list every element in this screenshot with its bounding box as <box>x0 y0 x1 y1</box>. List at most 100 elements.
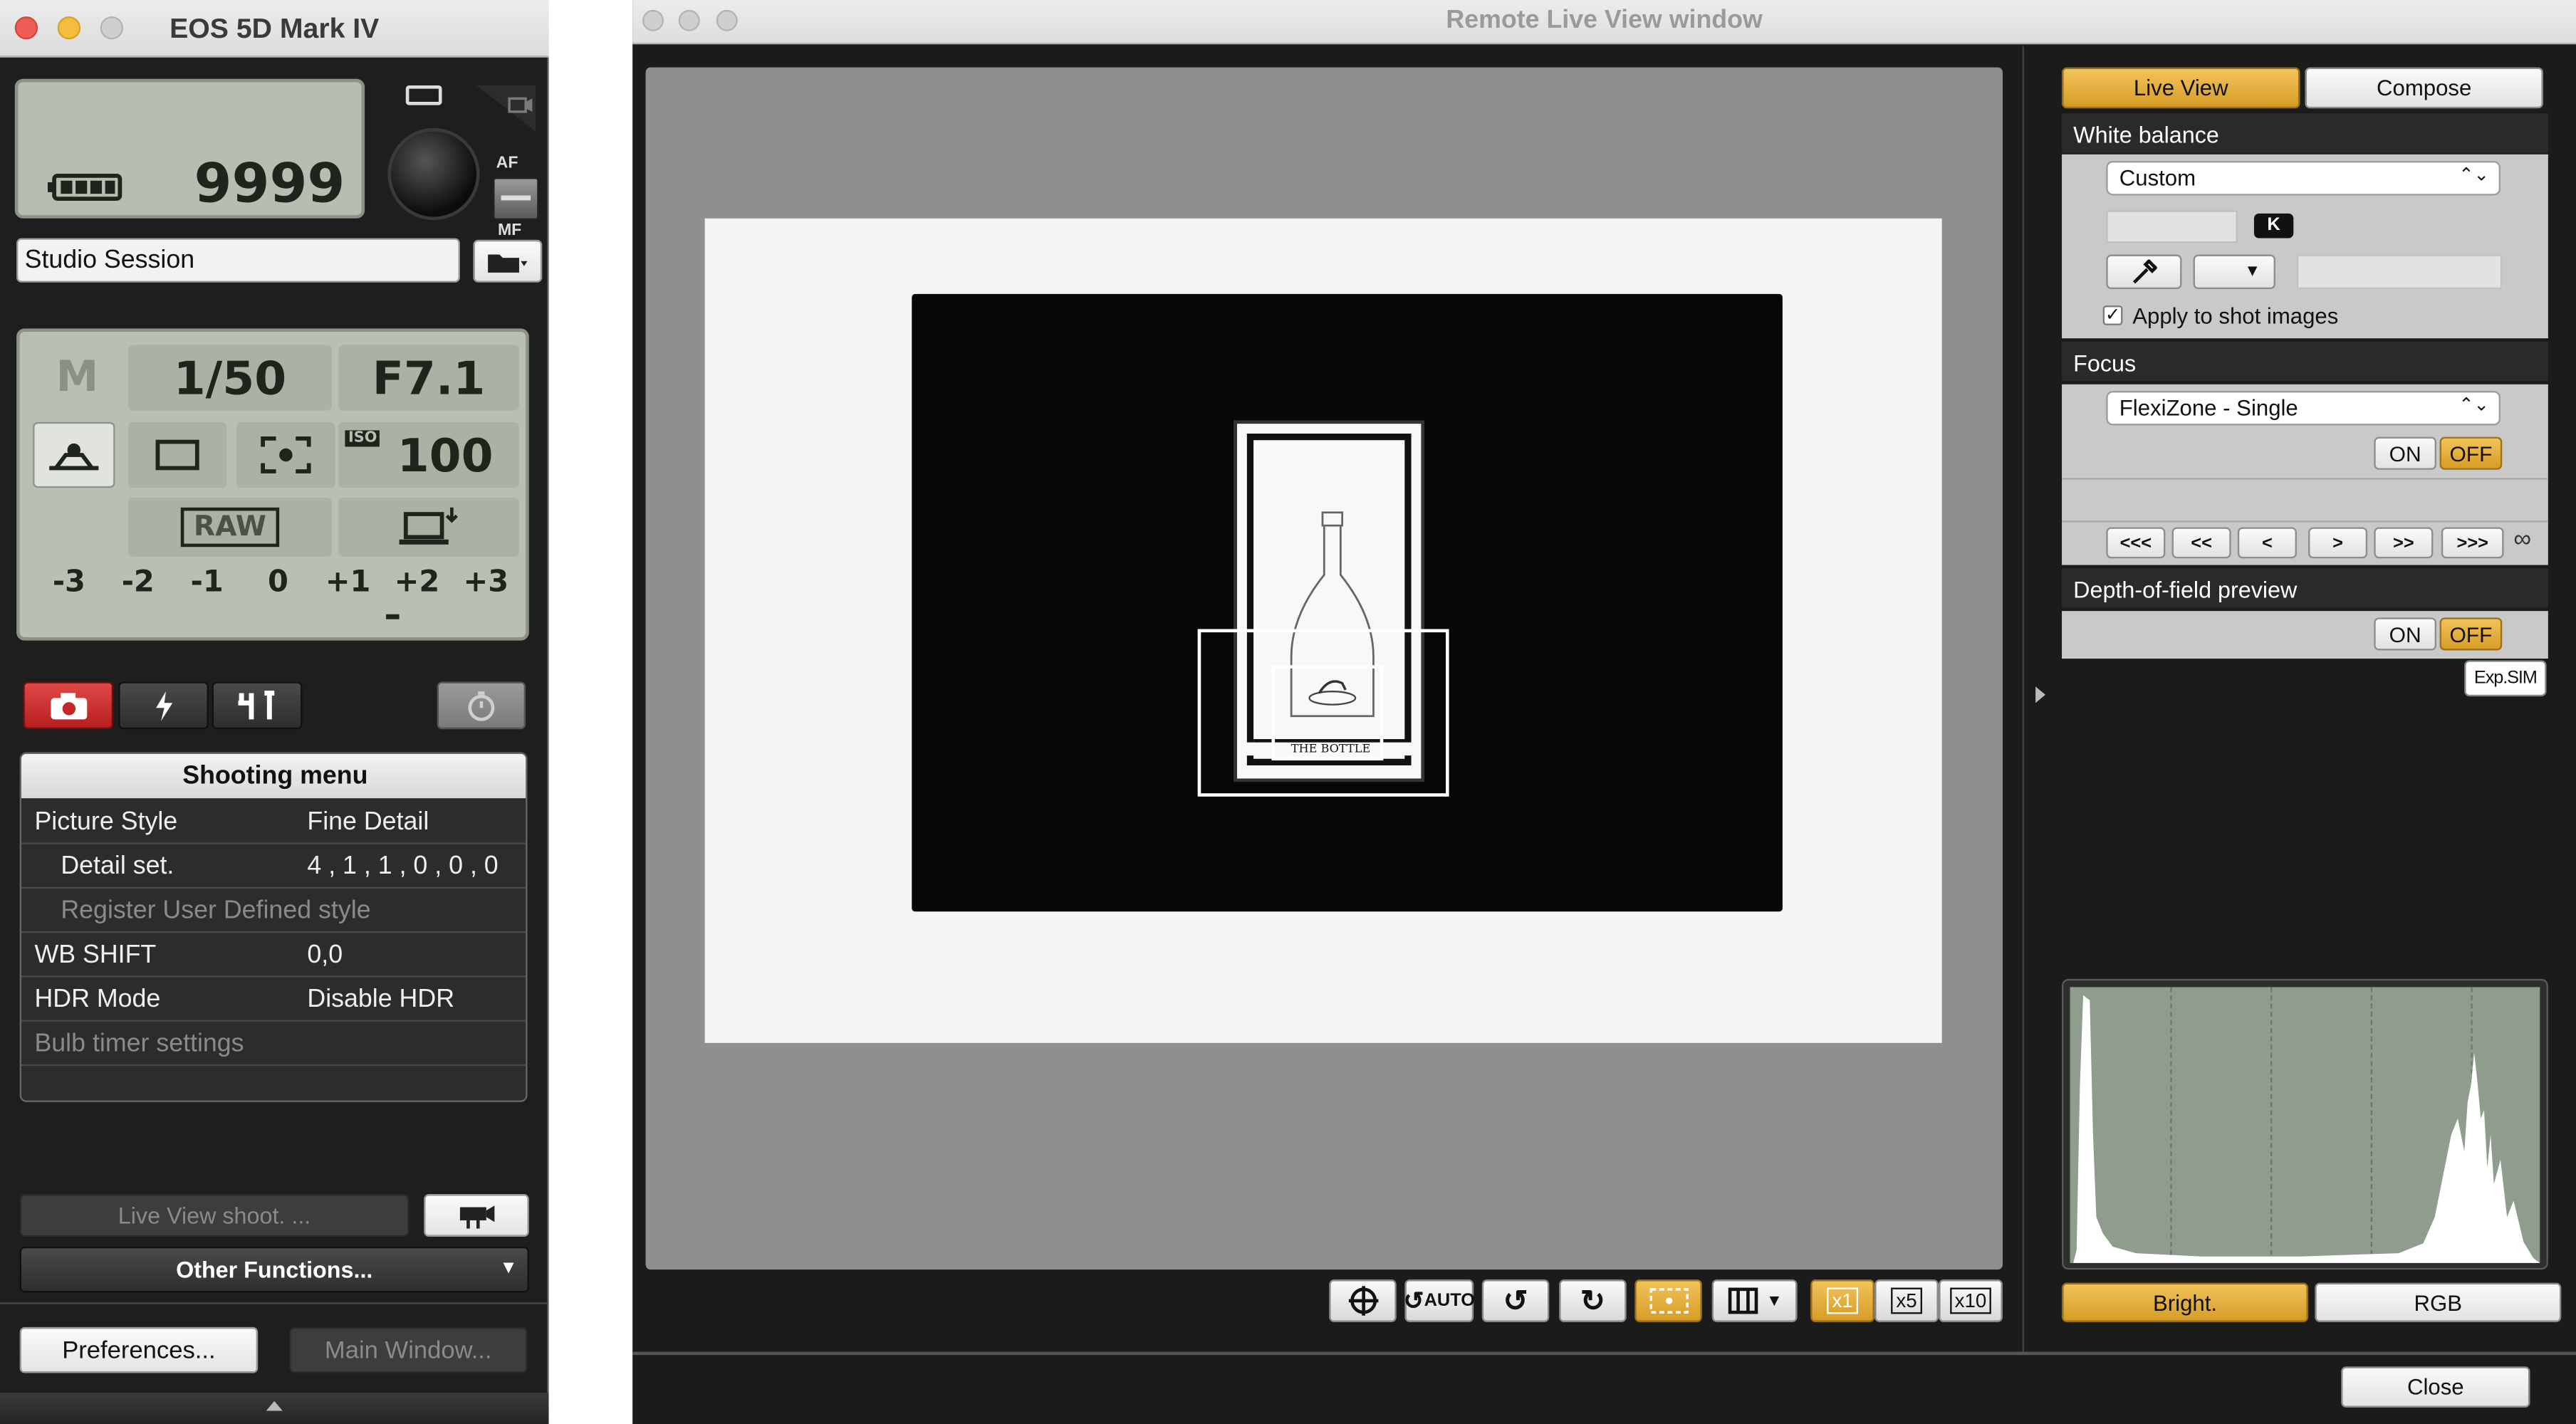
exposure-tick-minus1: -1 <box>190 565 224 600</box>
kelvin-unit: K <box>2253 213 2294 239</box>
eyedropper-button[interactable] <box>2106 254 2182 289</box>
rotate-ccw-icon: ↺ <box>1403 1287 1424 1316</box>
menu-row-value: 4 , 1 , 1 , 0 , 0 , 0 <box>307 852 499 881</box>
timer-icon <box>468 691 495 721</box>
menu-row-wb-shift[interactable]: WB SHIFT 0,0 <box>21 933 526 978</box>
close-button[interactable]: Close <box>2341 1366 2530 1408</box>
white-balance-select[interactable]: Custom ⌃⌄ <box>2106 161 2501 196</box>
magnify-frame[interactable] <box>1271 665 1384 761</box>
tab-live-view[interactable]: Live View <box>2062 67 2300 109</box>
tools-icon <box>237 689 274 719</box>
zoom-x5-button[interactable]: x5 <box>1874 1279 1939 1322</box>
af-label: AF <box>496 154 518 173</box>
menu-row-value: 0,0 <box>307 941 343 970</box>
shooting-mode[interactable]: M <box>29 345 125 411</box>
save-destination-button[interactable] <box>338 497 519 557</box>
menu-row-label: Detail set. <box>61 852 174 881</box>
histogram-bright-button[interactable]: Bright. <box>2062 1282 2309 1322</box>
focus-far-medium-button[interactable]: >> <box>2374 527 2434 559</box>
movie-camera-icon <box>459 1205 495 1229</box>
live-view-display[interactable]: THE BOTTLE <box>645 67 2003 1270</box>
tab-compose[interactable]: Compose <box>2305 67 2543 109</box>
af-off-button[interactable]: OFF <box>2439 436 2503 470</box>
picture-style-button[interactable] <box>33 422 115 488</box>
live-view-icon[interactable] <box>405 85 442 105</box>
title-bar: EOS 5D Mark IV <box>0 0 549 58</box>
infinity-icon: ∞ <box>2513 525 2532 554</box>
histogram-rgb-button[interactable]: RGB <box>2315 1282 2562 1322</box>
menu-row-label: HDR Mode <box>34 985 161 1014</box>
main-window-button[interactable]: Main Window... <box>288 1326 528 1373</box>
apply-label: Apply to shot images <box>2132 303 2339 329</box>
histogram-graph <box>2073 995 2540 1263</box>
exposure-indicator <box>386 614 400 619</box>
af-on-button[interactable]: ON <box>2374 436 2436 470</box>
settings-lcd: M 1/50 F7.1 ISO 100 RAW -3 -2 -1 0 +1 +2… <box>16 328 529 641</box>
eyedropper-options-dropdown[interactable]: ▼ <box>2193 254 2275 289</box>
focus-far-large-button[interactable]: >>> <box>2441 527 2504 559</box>
dof-off-button[interactable]: OFF <box>2439 617 2503 651</box>
menu-row-label: Picture Style <box>34 807 178 837</box>
menu-row-hdr-mode[interactable]: HDR Mode Disable HDR <box>21 978 526 1022</box>
session-name-field[interactable]: Studio Session <box>16 238 460 283</box>
rotate-left-icon: ↺ <box>1503 1283 1528 1316</box>
zoom-x10-label: x10 <box>1949 1287 1992 1314</box>
kelvin-input[interactable] <box>2106 210 2238 244</box>
rotate-left-button[interactable]: ↺ <box>1481 1279 1550 1322</box>
apply-checkbox[interactable]: ✓ <box>2102 305 2123 325</box>
shooting-menu-title: Shooting menu <box>21 753 526 799</box>
menu-row-detail-set[interactable]: Detail set. 4 , 1 , 1 , 0 , 0 , 0 <box>21 844 526 889</box>
panel-toggle-icon[interactable] <box>2035 686 2045 703</box>
metering-mode-button[interactable] <box>236 422 335 488</box>
camera-icon <box>50 692 87 719</box>
focus-near-small-button[interactable]: < <box>2237 527 2297 559</box>
tab-shooting[interactable] <box>23 681 114 730</box>
focus-near-medium-button[interactable]: << <box>2171 527 2231 559</box>
af-mf-switch[interactable] <box>493 177 539 221</box>
histogram-panel <box>2062 978 2548 1270</box>
focus-mode-select[interactable]: FlexiZone - Single ⌃⌄ <box>2106 391 2501 426</box>
exposure-tick-minus3: -3 <box>52 565 85 600</box>
chevron-updown-icon: ⌃⌄ <box>2458 165 2489 186</box>
dof-on-button[interactable]: ON <box>2374 617 2436 651</box>
live-view-shoot-button[interactable]: Live View shoot. ... <box>19 1194 410 1237</box>
image-quality-button[interactable]: RAW <box>127 497 332 557</box>
iso-setting[interactable]: ISO 100 <box>338 422 519 488</box>
focus-point-button[interactable] <box>1329 1279 1397 1322</box>
wb-value-field[interactable] <box>2296 254 2503 289</box>
menu-row-picture-style[interactable]: Picture Style Fine Detail <box>21 800 526 844</box>
shooting-menu: Shooting menu Picture Style Fine Detail … <box>19 752 528 1102</box>
shutter-button[interactable] <box>387 127 480 221</box>
tab-flash[interactable] <box>118 681 209 730</box>
movie-mode-icon[interactable] <box>476 85 536 132</box>
exposure-tick-plus1: +1 <box>325 565 371 600</box>
dof-section: ON OFF <box>2062 611 2548 659</box>
focus-far-small-button[interactable]: > <box>2308 527 2368 559</box>
menu-row-bulb-timer[interactable]: Bulb timer settings <box>21 1022 526 1067</box>
auto-label: AUTO <box>1424 1291 1476 1311</box>
shutter-speed[interactable]: 1/50 <box>127 345 332 411</box>
exposure-level-scale[interactable]: -3 -2 -1 0 +1 +2 +3 <box>49 565 509 619</box>
zoom-x1-button[interactable]: x1 <box>1810 1279 1875 1322</box>
rotate-right-icon: ↻ <box>1580 1283 1605 1316</box>
other-functions-dropdown[interactable]: Other Functions... ▼ <box>19 1246 529 1293</box>
grid-overlay-button[interactable] <box>1634 1279 1702 1322</box>
drive-mode-button[interactable] <box>127 422 227 488</box>
eyedropper-icon <box>2132 258 2157 283</box>
timer-button[interactable] <box>437 681 526 730</box>
folder-menu-button[interactable] <box>473 239 543 283</box>
picture-style-icon <box>49 443 99 471</box>
aperture-value[interactable]: F7.1 <box>338 345 519 411</box>
menu-row-register-user-style[interactable]: Register User Defined style <box>21 889 526 933</box>
mf-label: MF <box>497 221 522 240</box>
rotate-right-button[interactable]: ↻ <box>1559 1279 1627 1322</box>
focus-near-large-button[interactable]: <<< <box>2106 527 2166 559</box>
aspect-ratio-dropdown[interactable]: ▼ <box>1711 1279 1798 1322</box>
tab-tools[interactable] <box>212 681 303 730</box>
collapse-bar[interactable] <box>0 1393 549 1424</box>
preferences-button[interactable]: Preferences... <box>19 1326 259 1373</box>
auto-wb-button[interactable]: ↺ AUTO <box>1403 1279 1476 1322</box>
movie-button[interactable] <box>424 1194 529 1237</box>
zoom-x10-button[interactable]: x10 <box>1939 1279 2003 1322</box>
battery-icon <box>47 173 122 201</box>
